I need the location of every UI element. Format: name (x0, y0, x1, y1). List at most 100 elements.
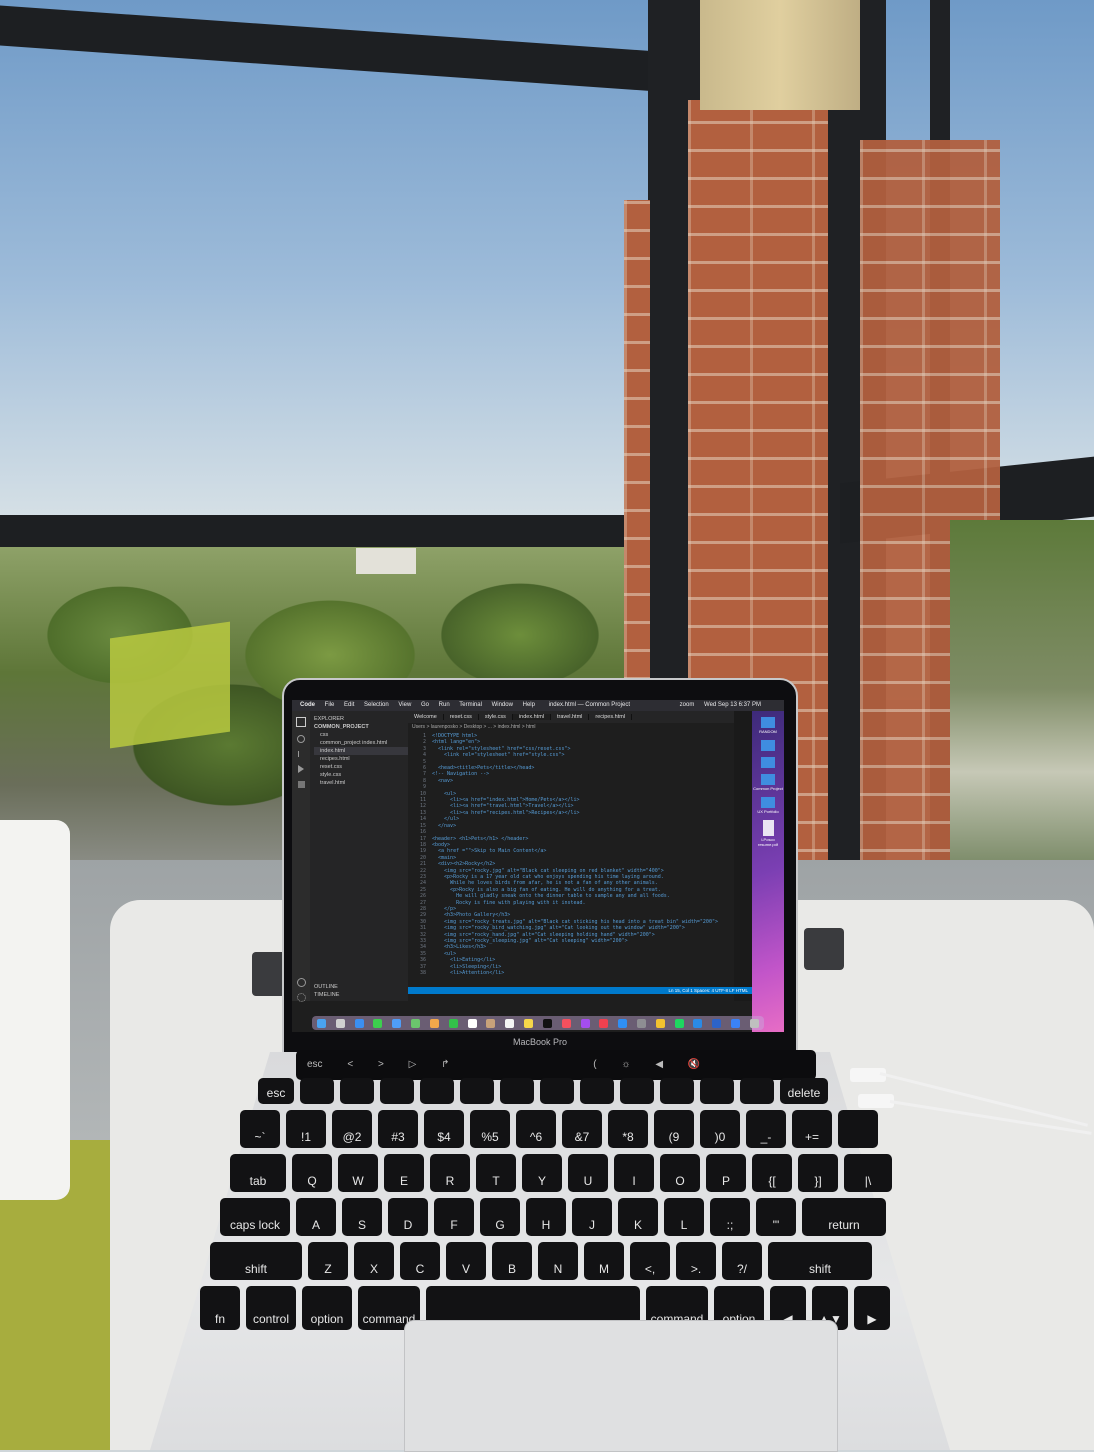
key[interactable]: D (388, 1198, 428, 1236)
key[interactable] (420, 1078, 454, 1104)
key[interactable] (620, 1078, 654, 1104)
tv-icon[interactable] (542, 1018, 552, 1028)
calendar-icon[interactable] (467, 1018, 477, 1028)
key[interactable]: W (338, 1154, 378, 1192)
touchbar-brightness-icon[interactable]: ☼ (621, 1059, 630, 1070)
key[interactable]: J (572, 1198, 612, 1236)
vscode-editor[interactable]: Welcome reset.css style.css index.html trave… (408, 711, 734, 1001)
menu-file[interactable]: File (325, 702, 335, 708)
touchbar-back-icon[interactable]: < (347, 1059, 353, 1070)
key[interactable]: _- (746, 1110, 786, 1148)
key[interactable] (580, 1078, 614, 1104)
project-folder[interactable]: COMMON_PROJECT (314, 723, 408, 731)
clock[interactable]: Wed Sep 13 6:37 PM (704, 702, 761, 708)
key[interactable]: T (476, 1154, 516, 1192)
key[interactable] (380, 1078, 414, 1104)
outline-section[interactable]: OUTLINE (314, 983, 408, 991)
menu-window[interactable]: Window (492, 702, 513, 708)
key[interactable]: *8 (608, 1110, 648, 1148)
key[interactable]: tab (230, 1154, 286, 1192)
spotify-icon[interactable] (674, 1018, 684, 1028)
touchbar-share-icon[interactable]: ↱ (441, 1059, 449, 1070)
app-store-icon[interactable] (618, 1018, 628, 1028)
key[interactable]: >. (676, 1242, 716, 1280)
key[interactable]: O (660, 1154, 700, 1192)
key[interactable]: A (296, 1198, 336, 1236)
key[interactable]: U (568, 1154, 608, 1192)
menu-edit[interactable]: Edit (344, 702, 354, 708)
tab-recipes-html[interactable]: recipes.html (589, 714, 633, 720)
key[interactable] (500, 1078, 534, 1104)
file-item[interactable]: reset.css (314, 763, 408, 771)
tab-travel-html[interactable]: travel.html (551, 714, 590, 720)
photos-icon[interactable] (429, 1018, 439, 1028)
key[interactable]: return (802, 1198, 886, 1236)
key[interactable]: F (434, 1198, 474, 1236)
key[interactable]: K (618, 1198, 658, 1236)
file-item[interactable]: css (314, 731, 408, 739)
tab-reset-css[interactable]: reset.css (443, 714, 479, 720)
key[interactable]: += (792, 1110, 832, 1148)
key[interactable]: P (706, 1154, 746, 1192)
tab-welcome[interactable]: Welcome (408, 714, 444, 720)
key[interactable]: shift (768, 1242, 872, 1280)
touchbar-expand-icon[interactable]: ( (593, 1059, 596, 1070)
touchbar-mute-icon[interactable]: 🔇 (688, 1059, 700, 1070)
menu-selection[interactable]: Selection (364, 702, 389, 708)
settings-icon[interactable] (636, 1018, 646, 1028)
tab-style-css[interactable]: style.css (478, 714, 513, 720)
music-icon[interactable] (561, 1018, 571, 1028)
code-area[interactable]: 1 <!DOCTYPE html> 2 <html lang="en"> 3 <link… (408, 733, 734, 1001)
key[interactable]: Q (292, 1154, 332, 1192)
key[interactable]: :; (710, 1198, 750, 1236)
key[interactable]: %5 (470, 1110, 510, 1148)
safari-icon[interactable] (354, 1018, 364, 1028)
key[interactable]: X (354, 1242, 394, 1280)
vscode-icon[interactable] (693, 1018, 703, 1028)
key[interactable]: ~` (240, 1110, 280, 1148)
key[interactable]: )0 (700, 1110, 740, 1148)
menu-help[interactable]: Help (523, 702, 535, 708)
key[interactable]: N (538, 1242, 578, 1280)
messages-icon[interactable] (373, 1018, 383, 1028)
key[interactable]: S (342, 1198, 382, 1236)
menu-go[interactable]: Go (421, 702, 429, 708)
tab-index-html[interactable]: index.html (512, 714, 552, 720)
key[interactable]: ?/ (722, 1242, 762, 1280)
touchbar-volume-icon[interactable]: ◀ (655, 1059, 663, 1070)
key[interactable]: control (246, 1286, 296, 1330)
key[interactable]: L (664, 1198, 704, 1236)
key[interactable]: $4 (424, 1110, 464, 1148)
source-control-icon[interactable] (297, 751, 305, 757)
key[interactable] (740, 1078, 774, 1104)
trackpad[interactable] (404, 1320, 838, 1452)
gear-icon[interactable] (296, 993, 306, 1002)
key[interactable] (700, 1078, 734, 1104)
folder-icon[interactable] (761, 717, 775, 728)
key[interactable]: @2 (332, 1110, 372, 1148)
key[interactable]: option (302, 1286, 352, 1330)
key[interactable]: }] (798, 1154, 838, 1192)
key[interactable] (340, 1078, 374, 1104)
menu-terminal[interactable]: Terminal (459, 702, 482, 708)
key[interactable]: shift (210, 1242, 302, 1280)
key[interactable]: H (526, 1198, 566, 1236)
timeline-section[interactable]: TIMELINE (314, 991, 408, 999)
key[interactable] (540, 1078, 574, 1104)
key[interactable] (300, 1078, 334, 1104)
status-bar[interactable]: Ln 15, Col 1 Spaces: 4 UTF-8 LF HTML (408, 987, 752, 994)
key[interactable]: R (430, 1154, 470, 1192)
key[interactable]: Z (308, 1242, 348, 1280)
facetime-icon[interactable] (448, 1018, 458, 1028)
touchbar-play-icon[interactable]: ▷ (409, 1059, 417, 1070)
folder-icon[interactable] (761, 740, 775, 751)
pdf-file-icon[interactable] (762, 820, 774, 836)
breadcrumb[interactable]: Users > laurenposko > Desktop > ... > in… (408, 723, 738, 731)
key[interactable]: V (446, 1242, 486, 1280)
file-item[interactable]: travel.html (314, 779, 408, 787)
folder-icon[interactable] (761, 757, 775, 768)
maps-icon[interactable] (411, 1018, 421, 1028)
file-item[interactable]: recipes.html (314, 755, 408, 763)
code-line[interactable]: 38 <li>Attention</li> (408, 970, 734, 976)
folder-icon[interactable] (761, 774, 775, 785)
